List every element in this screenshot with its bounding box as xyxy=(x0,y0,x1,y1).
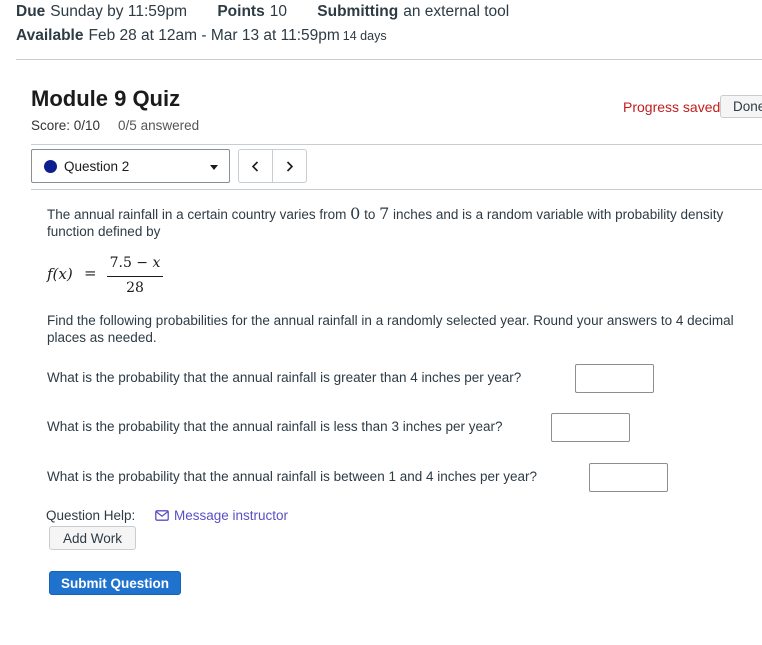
nav-divider-top xyxy=(31,144,762,145)
formula-equals: = xyxy=(84,264,97,282)
points-label: Points xyxy=(217,3,265,20)
message-instructor-label: Message instructor xyxy=(174,508,289,523)
question-instructions: Find the following probabilities for the… xyxy=(47,313,734,345)
message-instructor-link[interactable]: Message instructor xyxy=(155,508,288,523)
available-duration: 14 days xyxy=(342,29,387,43)
quiz-page: Due Sunday by 11:59pm Points 10 Submitting… xyxy=(0,0,762,645)
fraction-bar xyxy=(107,276,163,277)
done-button[interactable]: Done xyxy=(720,95,762,118)
part-1-answer-input[interactable] xyxy=(575,364,654,393)
previous-question-button[interactable] xyxy=(239,150,272,182)
available-label: Available xyxy=(16,27,84,44)
due-value: Sunday by 11:59pm xyxy=(50,3,188,20)
formula-numerator: 7.5 − x xyxy=(107,255,163,274)
part-3-prompt: What is the probability that the annual … xyxy=(47,469,538,484)
envelope-icon xyxy=(155,510,169,521)
score-row: Score: 0/10 0/5 answered xyxy=(31,118,199,133)
chevron-right-icon xyxy=(286,160,294,172)
formula-denominator: 28 xyxy=(126,280,144,296)
submitting-value: an external tool xyxy=(403,3,510,20)
progress-saved-status: Progress saved xyxy=(623,99,721,115)
chevron-left-icon xyxy=(251,160,259,172)
intro-text-1: The annual rainfall in a certain country… xyxy=(47,207,351,222)
add-work-button[interactable]: Add Work xyxy=(49,526,136,550)
submit-question-button[interactable]: Submit Question xyxy=(49,571,181,595)
part-1-prompt: What is the probability that the annual … xyxy=(47,370,522,385)
availability-row: Available Feb 28 at 12am - Mar 13 at 11:5… xyxy=(16,27,387,45)
question-status-dot xyxy=(44,160,57,173)
question-nav-group xyxy=(238,149,307,183)
intro-text-2: to xyxy=(360,207,380,222)
numerator-variable: x xyxy=(152,255,161,271)
range-low: 0 xyxy=(350,204,361,223)
next-question-button[interactable] xyxy=(272,150,306,182)
question-selector[interactable]: Question 2 xyxy=(31,149,230,183)
caret-down-icon xyxy=(210,165,218,170)
question-help-label: Question Help: xyxy=(46,508,136,523)
due-label: Due xyxy=(16,3,46,20)
numerator-operator: − xyxy=(131,255,153,271)
formula-lhs: f(x) xyxy=(47,265,73,283)
answered-count: 0/5 answered xyxy=(118,118,200,133)
formula-fraction: 7.5 − x 28 xyxy=(107,255,163,296)
numerator-constant: 7.5 xyxy=(109,255,132,271)
submitting-label: Submitting xyxy=(317,3,399,20)
range-high: 7 xyxy=(379,204,390,223)
part-2-answer-input[interactable] xyxy=(551,413,630,442)
part-2-prompt: What is the probability that the annual … xyxy=(47,419,503,434)
question-selector-label: Question 2 xyxy=(64,159,130,174)
points-value: 10 xyxy=(269,3,287,20)
score-text: Score: 0/10 xyxy=(31,118,101,133)
header-divider xyxy=(16,59,762,60)
question-intro: The annual rainfall in a certain country… xyxy=(47,205,752,240)
available-value: Feb 28 at 12am - Mar 13 at 11:59pm xyxy=(88,27,340,44)
quiz-title: Module 9 Quiz xyxy=(31,86,181,111)
assignment-meta-row: Due Sunday by 11:59pm Points 10 Submitting… xyxy=(16,3,535,21)
nav-divider-bottom xyxy=(31,189,762,190)
part-3-answer-input[interactable] xyxy=(589,463,668,492)
